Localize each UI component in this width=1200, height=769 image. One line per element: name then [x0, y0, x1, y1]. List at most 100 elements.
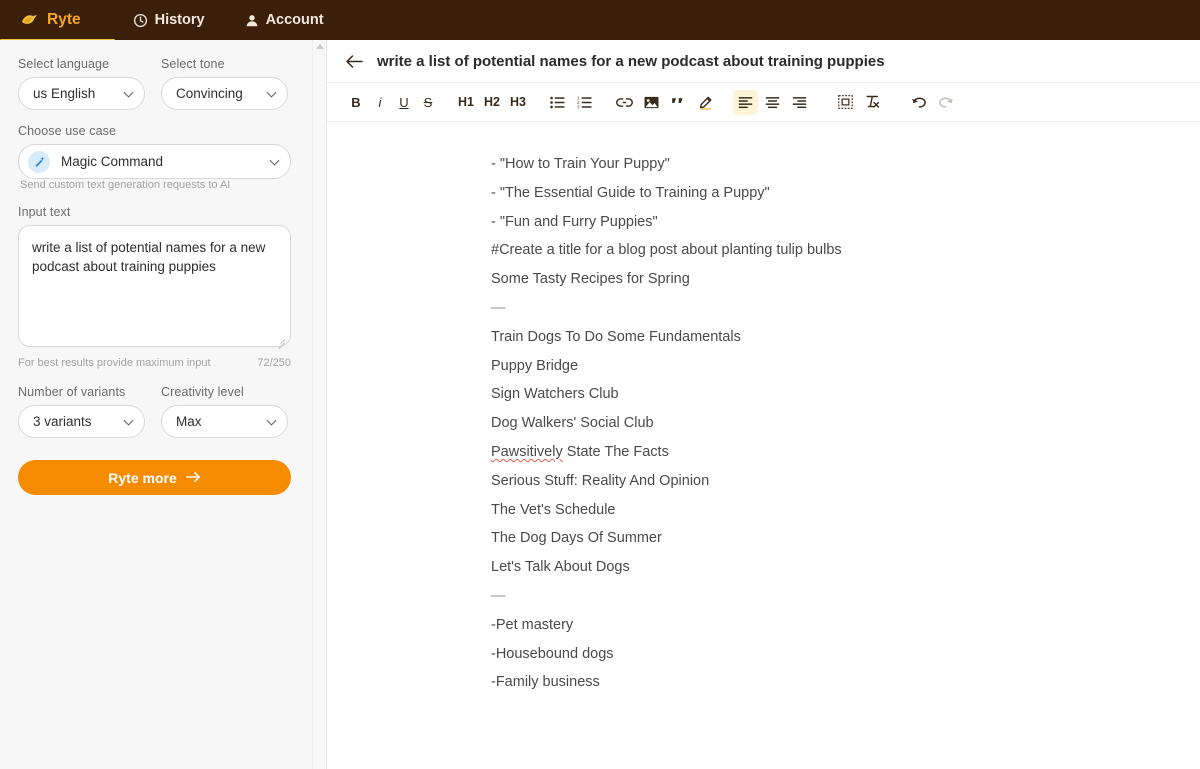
settings-sidebar: Select language us English Select tone C…: [0, 40, 327, 769]
undo-button[interactable]: [906, 90, 931, 115]
nav-item-ryte[interactable]: Ryte: [0, 0, 115, 43]
bold-button[interactable]: B: [345, 90, 367, 115]
use-case-helper-text: Send custom text generation requests to …: [20, 179, 231, 191]
nav-item-account-label: Account: [265, 12, 324, 28]
document-line: —: [491, 587, 507, 604]
document-line: #Create a title for a blog post about pl…: [491, 242, 842, 259]
tone-field: Select tone Convincing: [161, 57, 288, 110]
editor-toolbar: B i U S H1 H2 H3 1 2 3: [327, 83, 1200, 122]
creativity-select-value: Max: [176, 414, 202, 429]
misspelled-word: Pawsitively: [491, 443, 563, 460]
chevron-down-icon: [269, 155, 280, 166]
document-line: Pawsitively State The Facts: [491, 443, 669, 460]
document-canvas[interactable]: - "How to Train Your Puppy" - "The Essent…: [327, 122, 1200, 769]
clock-history-icon: [133, 13, 148, 28]
bullet-list-button[interactable]: [545, 90, 570, 115]
chevron-down-icon: [123, 415, 134, 426]
language-select-value: us English: [33, 86, 96, 101]
language-label: Select language: [18, 57, 110, 71]
heading-3-button[interactable]: H3: [506, 90, 530, 115]
document-line: Train Dogs To Do Some Fundamentals: [491, 328, 741, 345]
input-textarea-wrapper: [18, 225, 291, 352]
magic-wand-icon: [28, 150, 50, 173]
align-right-button[interactable]: [787, 90, 812, 115]
character-counter: 72/250: [257, 357, 291, 369]
variants-select-value: 3 variants: [33, 414, 92, 429]
align-center-button[interactable]: [760, 90, 785, 115]
input-text-field: Input text: [18, 205, 291, 352]
variants-field: Number of variants 3 variants: [18, 385, 145, 438]
person-account-icon: [245, 13, 259, 28]
nav-item-history[interactable]: History: [115, 0, 227, 40]
document-body[interactable]: - "How to Train Your Puppy" - "The Essent…: [327, 150, 1200, 697]
main-body: Select language us English Select tone C…: [0, 40, 1200, 769]
document-line: The Vet's Schedule: [491, 501, 616, 518]
tone-select[interactable]: Convincing: [161, 77, 288, 110]
ryte-app-window: Ryte History Account Select language us …: [0, 0, 1200, 769]
heading-1-button[interactable]: H1: [454, 90, 478, 115]
language-select[interactable]: us English: [18, 77, 145, 110]
creativity-field: Creativity level Max: [161, 385, 288, 438]
document-line: Let's Talk About Dogs: [491, 559, 630, 576]
scroll-up-arrow-icon[interactable]: [315, 44, 324, 49]
document-line: Some Tasty Recipes for Spring: [491, 271, 690, 288]
document-line: Sign Watchers Club: [491, 386, 619, 403]
document-line: - "Fun and Furry Puppies": [491, 213, 658, 230]
input-hint-text: For best results provide maximum input: [18, 357, 211, 369]
numbered-list-button[interactable]: 1 2 3: [572, 90, 597, 115]
chevron-down-icon: [266, 87, 277, 98]
input-textarea[interactable]: [18, 225, 291, 347]
nav-item-account[interactable]: Account: [227, 0, 346, 40]
ryte-more-label: Ryte more: [108, 469, 177, 486]
document-line: -Family business: [491, 674, 600, 691]
nav-item-history-label: History: [154, 12, 205, 28]
chevron-down-icon: [266, 415, 277, 426]
highlighter-button[interactable]: [693, 90, 718, 115]
variants-select[interactable]: 3 variants: [18, 405, 145, 438]
use-case-field: Choose use case Magic Command: [18, 124, 291, 179]
underline-button[interactable]: U: [393, 90, 415, 115]
blockquote-button[interactable]: [666, 90, 691, 115]
document-line: Serious Stuff: Reality And Opinion: [491, 472, 710, 489]
chevron-down-icon: [123, 87, 134, 98]
document-line: - "The Essential Guide to Training a Pup…: [491, 184, 770, 201]
ryte-more-button[interactable]: Ryte more: [18, 460, 291, 495]
link-button[interactable]: [612, 90, 637, 115]
input-text-label: Input text: [18, 205, 71, 219]
back-arrow-icon[interactable]: [345, 54, 363, 69]
creativity-select[interactable]: Max: [161, 405, 288, 438]
sidebar-scrollbar[interactable]: [312, 40, 326, 769]
document-header: write a list of potential names for a ne…: [327, 40, 1200, 83]
document-line: - "How to Train Your Puppy": [491, 156, 670, 172]
top-navigation-bar: Ryte History Account: [0, 0, 1200, 43]
document-line: Dog Walkers' Social Club: [491, 415, 654, 432]
use-case-select[interactable]: Magic Command: [18, 144, 291, 179]
insert-table-button[interactable]: [833, 90, 858, 115]
svg-text:3: 3: [577, 104, 580, 108]
document-line: —: [491, 299, 507, 316]
creativity-label: Creativity level: [161, 385, 244, 399]
document-line: Puppy Bridge: [491, 357, 579, 374]
document-line: The Dog Days Of Summer: [491, 530, 662, 547]
input-meta-row: For best results provide maximum input 7…: [18, 357, 291, 369]
italic-button[interactable]: i: [369, 90, 391, 115]
editor-pane: write a list of potential names for a ne…: [327, 40, 1200, 769]
use-case-label: Choose use case: [18, 124, 117, 138]
arrow-right-icon: [185, 470, 201, 486]
variants-creativity-row: Number of variants 3 variants Creativity…: [18, 385, 308, 452]
image-button[interactable]: [639, 90, 664, 115]
nav-item-ryte-label: Ryte: [47, 11, 81, 28]
align-left-button[interactable]: [733, 89, 758, 115]
use-case-select-value: Magic Command: [61, 154, 164, 169]
document-title: write a list of potential names for a ne…: [377, 52, 885, 70]
language-tone-row: Select language us English Select tone C…: [18, 57, 308, 124]
clear-formatting-button[interactable]: [860, 90, 885, 115]
redo-button[interactable]: [933, 90, 958, 115]
document-line: -Pet mastery: [491, 616, 574, 633]
variants-label: Number of variants: [18, 385, 126, 399]
document-line: -Housebound dogs: [491, 645, 614, 662]
strikethrough-button[interactable]: S: [417, 90, 439, 115]
tone-select-value: Convincing: [176, 86, 243, 101]
language-field: Select language us English: [18, 57, 145, 110]
heading-2-button[interactable]: H2: [480, 90, 504, 115]
